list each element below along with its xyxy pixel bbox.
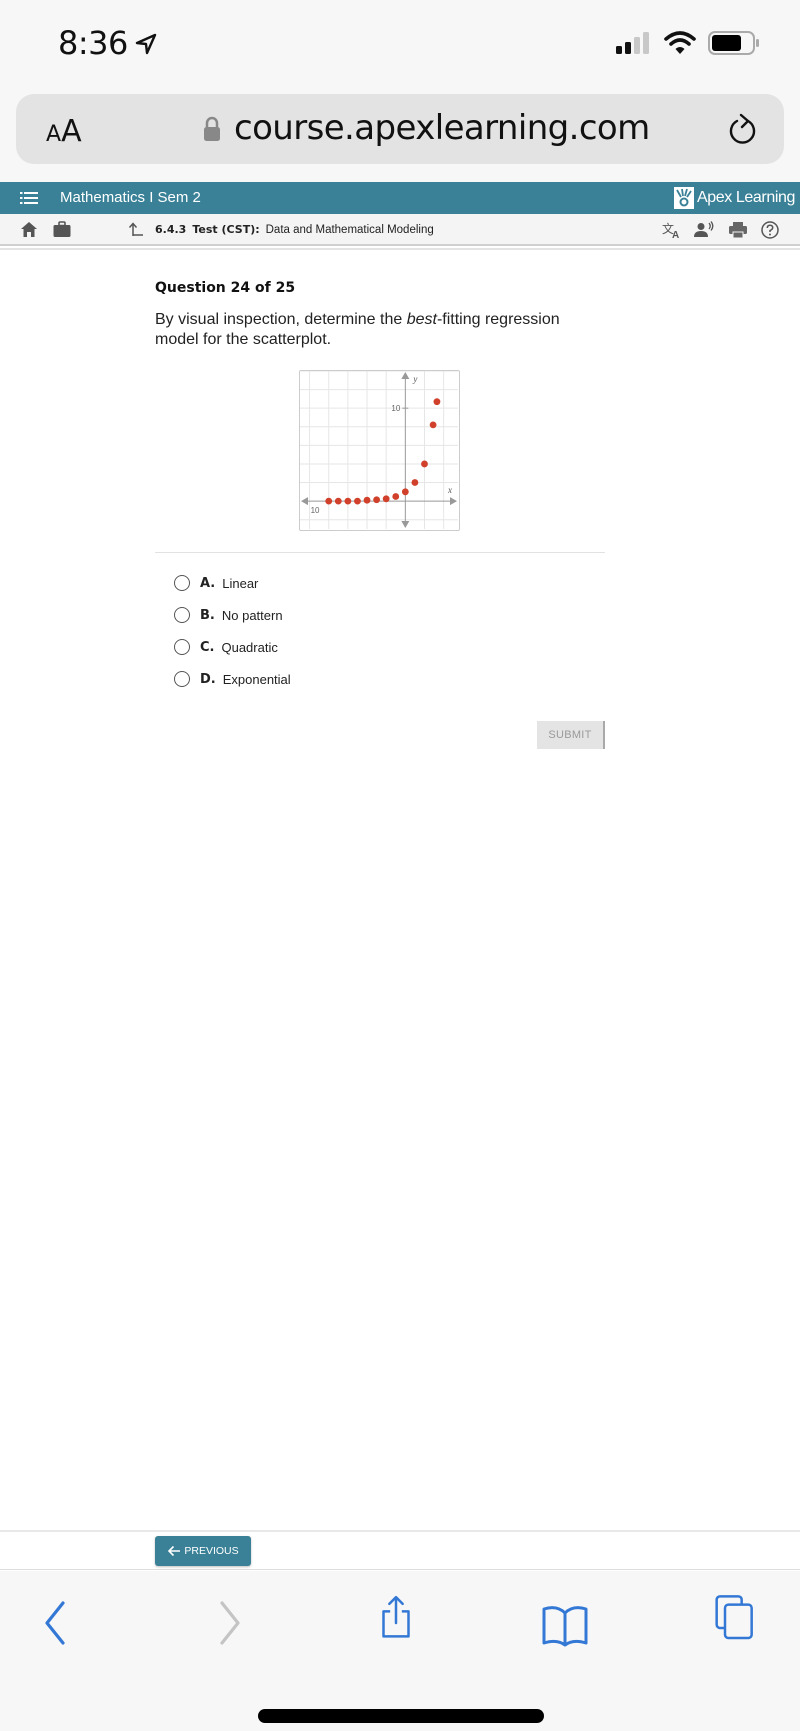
toolbar-divider — [0, 248, 800, 250]
option-label: Exponential — [222, 671, 291, 687]
home-icon[interactable] — [20, 221, 38, 238]
option-label: Linear — [222, 575, 259, 591]
screen: 8:36 AA course.apexlearning.com Mathemat… — [0, 0, 800, 1731]
data-point — [344, 497, 352, 505]
data-point — [429, 421, 437, 429]
status-bar: 8:36 — [0, 0, 800, 90]
brand-name: Apex Learning — [697, 189, 795, 206]
option-b[interactable]: B. No pattern — [174, 604, 283, 626]
data-point — [363, 496, 371, 504]
back-icon[interactable] — [30, 1601, 80, 1651]
url-text[interactable]: course.apexlearning.com — [234, 108, 650, 148]
radio-button[interactable] — [174, 607, 190, 623]
option-label: No pattern — [221, 607, 283, 623]
question-text: By visual inspection, determine the best… — [155, 311, 560, 348]
briefcase-icon[interactable] — [53, 221, 71, 238]
course-title[interactable]: Mathematics I Sem 2 — [60, 189, 201, 206]
radio-button[interactable] — [174, 639, 190, 655]
address-bar[interactable]: AA course.apexlearning.com — [16, 94, 784, 164]
data-point — [433, 398, 441, 406]
submit-button[interactable]: SUBMIT — [537, 721, 605, 749]
data-point — [392, 493, 400, 500]
data-point — [354, 497, 361, 505]
lesson-toolbar: 6.4.3 Test (CST): Data and Mathematical Mo… — [0, 214, 800, 246]
menu-icon[interactable] — [20, 190, 38, 206]
scatterplot-graph: 10 10 x y — [299, 370, 460, 531]
option-a[interactable]: A. Linear — [174, 572, 258, 594]
data-point — [373, 496, 381, 504]
home-indicator — [258, 1709, 544, 1723]
battery-icon — [708, 31, 759, 55]
y-axis-label: y — [412, 374, 417, 384]
share-icon[interactable] — [371, 1593, 421, 1643]
apex-logo-icon — [674, 187, 694, 209]
radio-button[interactable] — [174, 575, 190, 591]
svg-text:A: A — [672, 230, 679, 239]
option-c[interactable]: C. Quadratic — [174, 636, 278, 658]
data-point — [382, 495, 390, 503]
browser-toolbar — [0, 1571, 800, 1731]
help-icon[interactable] — [760, 221, 780, 239]
page-footer: PREVIOUS — [0, 1530, 800, 1570]
option-letter: B. — [200, 607, 215, 623]
scatterplot: 10 10 x y — [300, 370, 458, 529]
up-level-icon[interactable] — [128, 221, 144, 237]
data-point — [334, 497, 342, 505]
x-axis-label: x — [447, 485, 452, 495]
option-letter: C. — [200, 639, 215, 655]
section-divider — [155, 552, 605, 553]
radio-button[interactable] — [174, 671, 190, 687]
option-letter: A. — [200, 575, 216, 591]
previous-label: PREVIOUS — [184, 1545, 239, 1557]
y-axis-arrow-up — [401, 372, 410, 379]
data-point — [421, 460, 428, 468]
option-d[interactable]: D. Exponential — [174, 668, 291, 690]
x-axis-arrow-left — [301, 497, 308, 506]
previous-button[interactable]: PREVIOUS — [155, 1536, 251, 1566]
forward-icon[interactable] — [205, 1601, 255, 1651]
reload-icon[interactable] — [726, 112, 760, 148]
print-icon[interactable] — [728, 221, 748, 239]
option-label: Quadratic — [221, 639, 278, 655]
translate-icon[interactable]: 文 A — [662, 221, 682, 239]
wifi-icon — [664, 31, 696, 54]
cellular-signal-icon — [616, 32, 649, 54]
text-to-speech-icon[interactable] — [694, 221, 714, 239]
arrow-left-icon — [168, 1545, 181, 1557]
x-axis-arrow-right — [450, 497, 457, 506]
course-header: Mathematics I Sem 2 Apex Learning — [0, 182, 800, 214]
status-time: 8:36 — [58, 24, 128, 62]
browser-address-area: AA course.apexlearning.com — [0, 90, 800, 182]
x-tick-label: 10 — [311, 506, 320, 515]
location-arrow-icon — [135, 33, 157, 55]
tabs-icon[interactable] — [710, 1593, 760, 1643]
lock-icon — [204, 116, 220, 141]
data-point — [411, 479, 419, 486]
y-tick-label: 10 — [391, 404, 400, 413]
question-number: Question 24 of 25 — [155, 280, 296, 296]
text-size-button[interactable]: AA — [46, 114, 82, 149]
data-point — [401, 488, 409, 496]
option-letter: D. — [200, 671, 216, 687]
y-axis-arrow-down — [401, 521, 410, 528]
data-point — [325, 497, 333, 505]
apex-learning-logo: Apex Learning — [674, 186, 795, 210]
lesson-title: 6.4.3 Test (CST): Data and Mathematical Mo… — [155, 223, 434, 236]
bookmarks-icon[interactable] — [540, 1601, 590, 1651]
